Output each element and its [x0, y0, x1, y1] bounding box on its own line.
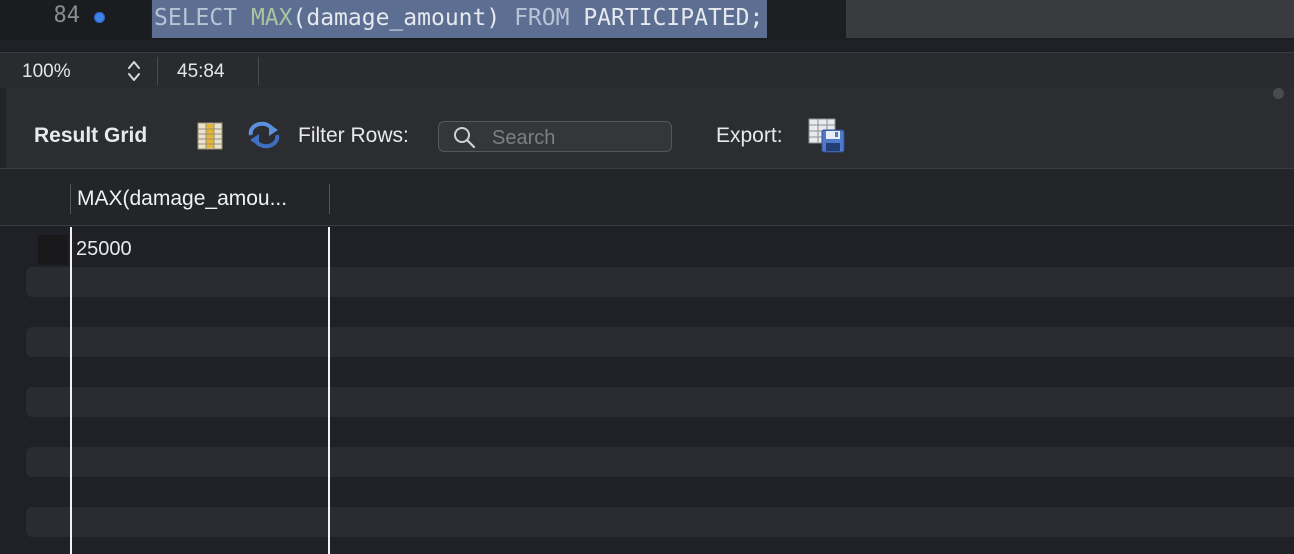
filter-rows-label: Filter Rows:: [298, 124, 409, 147]
export-label: Export:: [716, 124, 783, 147]
cursor-position: 45:84: [177, 61, 225, 82]
grid-header: MAX(damage_amou...: [0, 169, 1294, 226]
line-number: 84: [53, 3, 81, 28]
column-header[interactable]: MAX(damage_amou...: [77, 187, 287, 211]
export-icon[interactable]: [808, 118, 846, 159]
column-border: [70, 227, 72, 554]
sql-editor-window: 84 85 SELECT MAX(damage_amount) FROM PAR…: [0, 0, 1294, 554]
zoom-stepper-icon[interactable]: [124, 57, 144, 85]
keyword-from: FROM: [514, 5, 570, 31]
code-line-selected[interactable]: SELECT MAX(damage_amount) FROM PARTICIPA…: [152, 0, 768, 38]
keyword-select: SELECT: [154, 5, 238, 31]
search-input[interactable]: [490, 126, 664, 151]
table-row-empty: [26, 447, 1294, 477]
result-toolbar: Result Grid Filter Rows: Search Export:: [0, 88, 1294, 168]
column-separator[interactable]: [329, 184, 330, 214]
table-name: PARTICIPATED;: [583, 5, 764, 31]
function-args: (damage_amount): [292, 5, 501, 31]
status-divider: [258, 57, 259, 85]
result-grid-label: Result Grid: [34, 124, 148, 147]
line-gutter: 84 85: [0, 0, 150, 40]
column-separator: [70, 184, 71, 214]
row-selector[interactable]: [38, 235, 68, 265]
table-row-empty: [26, 267, 1294, 297]
result-grid[interactable]: MAX(damage_amou... 25000: [0, 168, 1294, 554]
editor-status-bar: 100% 45:84: [0, 52, 1294, 89]
zoom-level[interactable]: 100%: [22, 61, 71, 83]
search-icon: [453, 126, 477, 153]
filter-search-field[interactable]: [438, 121, 672, 152]
breakpoint-icon[interactable]: [94, 12, 105, 23]
table-row-empty: [26, 507, 1294, 537]
refresh-icon[interactable]: [247, 121, 281, 154]
table-row-empty: [26, 387, 1294, 417]
status-divider: [157, 57, 158, 85]
column-border: [328, 227, 330, 554]
table-row-empty: [26, 327, 1294, 357]
result-grid-icon[interactable]: [197, 122, 223, 155]
panel-dot: [1273, 88, 1284, 99]
table-cell[interactable]: 25000: [76, 238, 132, 261]
query-editor[interactable]: 84 85 SELECT MAX(damage_amount) FROM PAR…: [0, 0, 1294, 40]
function-max: MAX: [250, 5, 293, 31]
